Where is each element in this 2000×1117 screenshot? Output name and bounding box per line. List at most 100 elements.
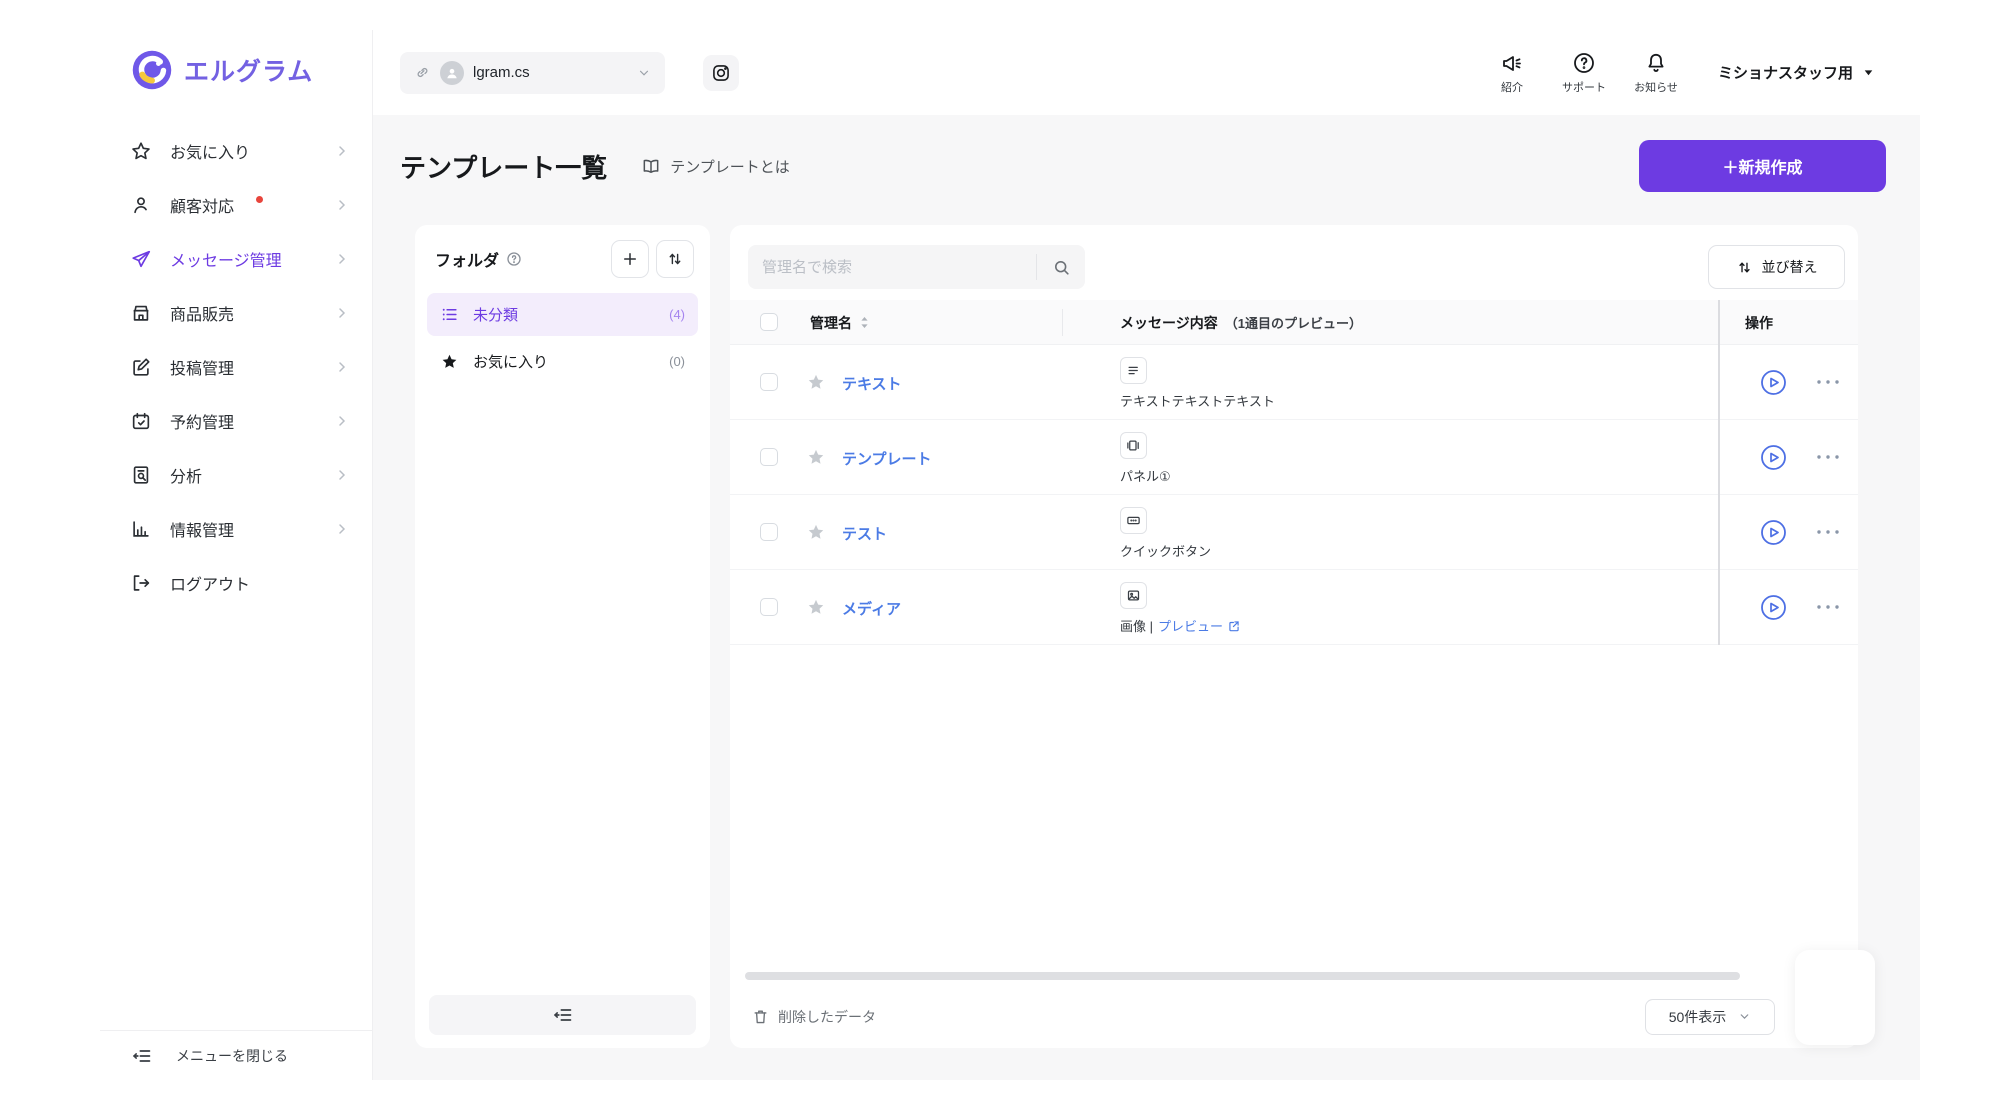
folder-panel-title: フォルダ (435, 253, 500, 270)
folder-item-count: (0) (669, 354, 685, 369)
message-preview-prefix: 画像 | (1120, 619, 1153, 634)
favorite-star-icon[interactable] (806, 447, 826, 467)
play-button[interactable] (1760, 444, 1787, 471)
template-name-link[interactable]: テンプレート (842, 448, 932, 469)
star-outline-icon (130, 140, 152, 162)
sidebar-item-favorites[interactable]: お気に入り (100, 124, 372, 178)
message-preview-text: パネル① (1120, 469, 1171, 484)
more-actions-button[interactable] (1816, 529, 1840, 535)
what-is-template-link[interactable]: テンプレートとは (641, 156, 790, 177)
chevron-right-icon (334, 359, 350, 375)
sort-folders-button[interactable] (656, 240, 694, 278)
row-checkbox[interactable] (760, 373, 778, 391)
chevron-down-icon (1738, 1010, 1751, 1023)
instagram-icon (711, 63, 731, 83)
logout-icon (130, 572, 152, 594)
play-button[interactable] (1760, 369, 1787, 396)
horizontal-scrollbar[interactable] (745, 972, 1740, 980)
folder-item-favorites[interactable]: お気に入り (0) (427, 340, 698, 383)
page-size-select[interactable]: 50件表示 (1645, 998, 1775, 1035)
select-all-checkbox[interactable] (760, 313, 778, 331)
play-button[interactable] (1760, 519, 1787, 546)
row-checkbox[interactable] (760, 448, 778, 466)
add-folder-button[interactable] (611, 240, 649, 278)
chevron-right-icon (334, 467, 350, 483)
folder-item-label: 未分類 (473, 307, 519, 324)
megaphone-icon (1500, 51, 1524, 75)
edit-icon (130, 356, 152, 378)
sidebar-nav: お気に入り 顧客対応 メッセージ管理 商品販売 投稿管理 予約管理 分析 情報管… (100, 110, 372, 610)
search-button[interactable] (1037, 245, 1085, 289)
folder-panel: フォルダ 未分類 (4) お気に入り (0) (415, 225, 710, 1048)
sidebar-item-products[interactable]: 商品販売 (100, 286, 372, 340)
chevron-right-icon (334, 143, 350, 159)
folder-item-uncategorized[interactable]: 未分類 (4) (427, 293, 698, 336)
template-name-link[interactable]: テスト (842, 523, 887, 544)
favorite-star-icon[interactable] (806, 597, 826, 617)
chevron-right-icon (334, 413, 350, 429)
page-title: テンプレート一覧 (400, 152, 608, 183)
row-checkbox[interactable] (760, 598, 778, 616)
sidebar: エルグラム お気に入り 顧客対応 メッセージ管理 商品販売 投稿管理 予約管理 … (100, 30, 373, 1080)
referral-label: 紹介 (1500, 81, 1523, 94)
logo[interactable]: エルグラム (100, 30, 372, 110)
sidebar-item-messages[interactable]: メッセージ管理 (100, 232, 372, 286)
column-header-message-note: （1通目のプレビュー） (1224, 316, 1362, 331)
sidebar-item-logout[interactable]: ログアウト (100, 556, 372, 610)
template-name-link[interactable]: テキスト (842, 373, 902, 394)
send-icon (130, 248, 152, 270)
column-header-message: メッセージ内容 （1通目のプレビュー） (1120, 314, 1362, 332)
book-icon (641, 156, 661, 176)
favorite-star-icon[interactable] (806, 372, 826, 392)
collapse-folder-panel-button[interactable] (429, 995, 696, 1035)
sidebar-item-label: 予約管理 (170, 415, 235, 432)
sidebar-item-label: ログアウト (170, 577, 251, 594)
more-actions-button[interactable] (1816, 454, 1840, 460)
sidebar-item-info[interactable]: 情報管理 (100, 502, 372, 556)
sidebar-item-posts[interactable]: 投稿管理 (100, 340, 372, 394)
create-new-button[interactable]: ＋新規作成 (1639, 140, 1886, 192)
account-selector[interactable]: lgram.cs (400, 51, 665, 94)
more-actions-button[interactable] (1816, 604, 1840, 610)
app-window: エルグラム お気に入り 顧客対応 メッセージ管理 商品販売 投稿管理 予約管理 … (100, 30, 1920, 1080)
favorite-star-icon[interactable] (806, 522, 826, 542)
text-message-icon (1120, 357, 1147, 384)
notifications-button[interactable]: お知らせ (1620, 51, 1692, 95)
sidebar-item-customers[interactable]: 顧客対応 (100, 178, 372, 232)
template-rows: テキスト テキストテキストテキスト テンプレート パネル① テスト クイックボタ… (730, 345, 1858, 645)
collapse-menu-label: メニューを閉じる (176, 1047, 288, 1064)
row-checkbox[interactable] (760, 523, 778, 541)
support-button[interactable]: サポート (1548, 51, 1620, 95)
sidebar-item-analytics[interactable]: 分析 (100, 448, 372, 502)
profile-menu[interactable]: ミショナスタッフ用 (1718, 62, 1875, 83)
table-footer: 削除したデータ 50件表示 (730, 985, 1858, 1048)
folder-item-label: お気に入り (473, 354, 549, 371)
collapse-menu-button[interactable]: メニューを閉じる (100, 1030, 372, 1080)
column-header-actions: 操作 (1745, 314, 1773, 331)
bar-chart-icon (130, 518, 152, 540)
store-icon (130, 302, 152, 324)
what-is-template-label: テンプレートとは (670, 158, 790, 176)
frozen-column-shadow (1718, 300, 1720, 645)
sidebar-item-label: メッセージ管理 (170, 253, 282, 270)
sidebar-item-label: 顧客対応 (170, 199, 235, 216)
chevron-right-icon (334, 197, 350, 213)
collapse-menu-icon (132, 1046, 152, 1066)
page-size-value: 50件表示 (1668, 1008, 1727, 1025)
template-name-link[interactable]: メディア (842, 598, 901, 619)
deleted-data-link[interactable]: 削除したデータ (752, 1007, 876, 1027)
play-button[interactable] (1760, 594, 1787, 621)
sidebar-item-label: 分析 (170, 469, 203, 486)
instagram-button[interactable] (703, 54, 739, 91)
floating-widget[interactable] (1795, 950, 1875, 1045)
column-header-name[interactable]: 管理名 (810, 300, 870, 345)
more-actions-button[interactable] (1816, 379, 1840, 385)
star-filled-icon (440, 352, 459, 371)
sort-templates-button[interactable]: 並び替え (1708, 245, 1845, 289)
preview-link[interactable]: プレビュー (1158, 616, 1241, 635)
help-circle-icon[interactable] (506, 251, 522, 267)
referral-button[interactable]: 紹介 (1476, 51, 1548, 95)
search-input[interactable] (748, 258, 1036, 276)
sidebar-item-reservations[interactable]: 予約管理 (100, 394, 372, 448)
support-label: サポート (1561, 81, 1606, 94)
